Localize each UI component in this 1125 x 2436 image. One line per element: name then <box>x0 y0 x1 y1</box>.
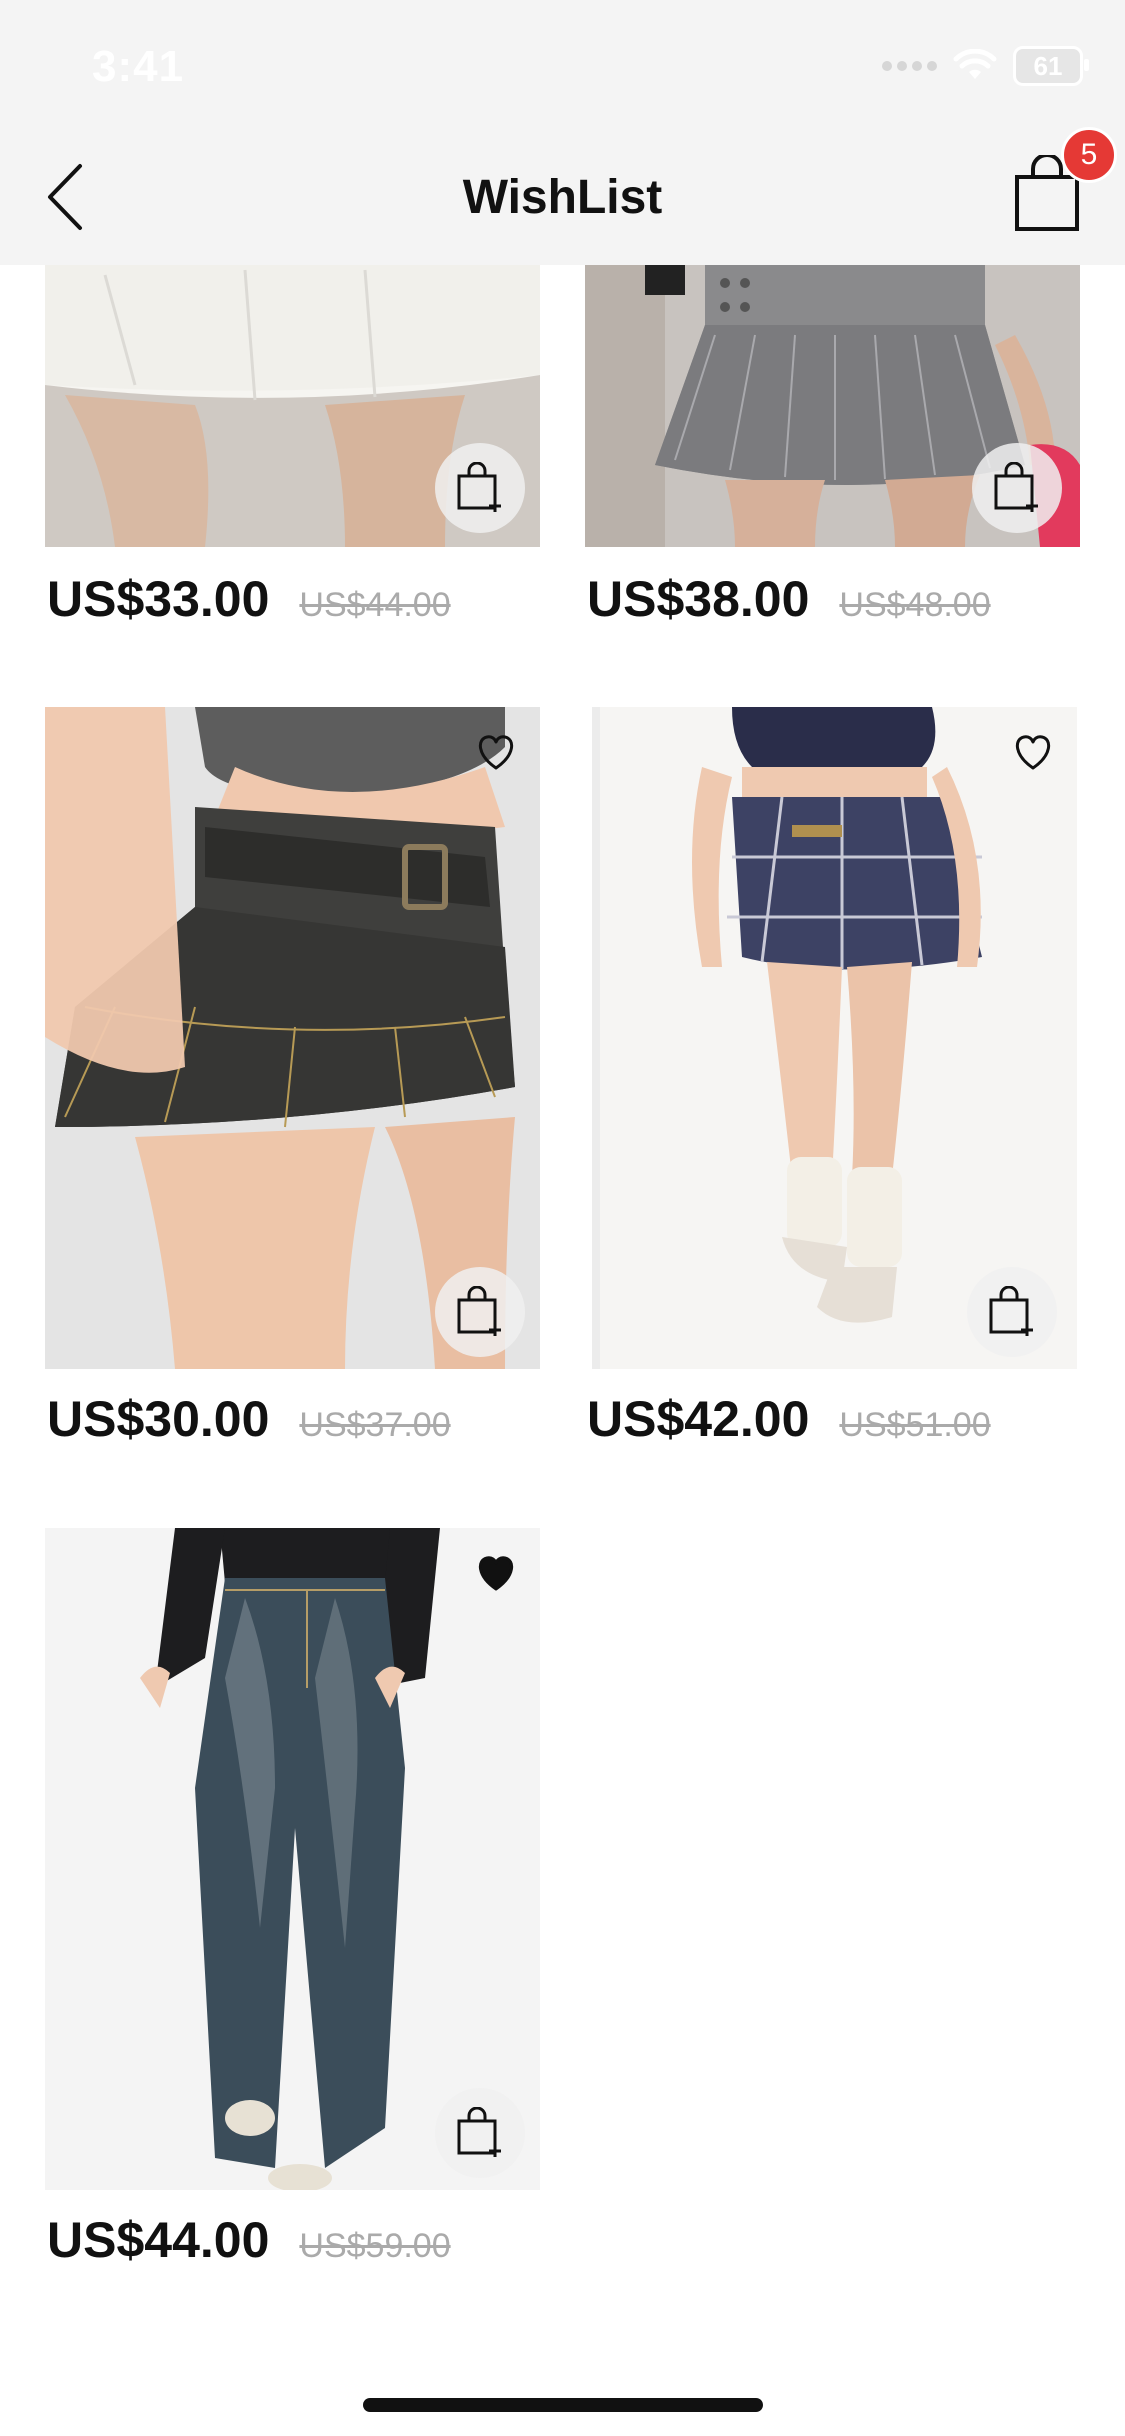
product-old-price: US$48.00 <box>839 586 991 624</box>
status-time: 3:41 <box>92 42 185 91</box>
price-row: US$30.00 US$37.00 <box>47 1390 451 1448</box>
status-icons: 61 <box>882 46 1089 86</box>
wishlist-screen: 3:41 61 WishList 5 US$33.00 US$44.00 US$… <box>0 0 1125 2436</box>
bag-plus-icon <box>457 2107 501 2157</box>
wishlist-heart-button[interactable] <box>1012 733 1054 771</box>
heart-filled-icon <box>478 1556 514 1591</box>
heart-outline-icon <box>1015 735 1051 770</box>
product-price: US$42.00 <box>587 1391 810 1447</box>
product-card[interactable]: US$38.00 US$48.00 <box>585 265 1080 655</box>
signal-icon <box>882 61 937 71</box>
price-row: US$33.00 US$44.00 <box>47 570 451 628</box>
heart-outline-icon <box>478 735 514 770</box>
product-price: US$44.00 <box>47 2212 270 2268</box>
home-indicator[interactable] <box>363 2398 763 2412</box>
bag-plus-icon <box>989 1286 1033 1336</box>
product-price: US$38.00 <box>587 571 810 627</box>
product-old-price: US$37.00 <box>299 1406 451 1444</box>
product-old-price: US$59.00 <box>299 2227 451 2265</box>
add-to-cart-button[interactable] <box>972 443 1062 533</box>
product-card[interactable]: US$30.00 US$37.00 <box>45 707 540 1477</box>
product-card[interactable]: US$42.00 US$51.00 <box>587 707 1077 1477</box>
wifi-icon <box>953 49 997 79</box>
page-title: WishList <box>462 171 663 224</box>
bag-plus-icon <box>457 462 501 512</box>
top-bar: 3:41 61 WishList 5 <box>0 0 1125 265</box>
product-price: US$30.00 <box>47 1391 270 1447</box>
price-row: US$38.00 US$48.00 <box>587 570 991 628</box>
product-price: US$33.00 <box>47 571 270 627</box>
price-row: US$42.00 US$51.00 <box>587 1390 991 1448</box>
wishlist-heart-button[interactable] <box>475 733 517 771</box>
product-card[interactable]: US$44.00 US$59.00 <box>45 1528 540 2308</box>
battery-icon: 61 <box>1013 46 1089 86</box>
cart-count-badge: 5 <box>1061 127 1117 183</box>
add-to-cart-button[interactable] <box>435 2088 525 2178</box>
bag-plus-icon <box>457 1286 501 1336</box>
product-card[interactable]: US$33.00 US$44.00 <box>45 265 540 655</box>
add-to-cart-button[interactable] <box>967 1267 1057 1357</box>
add-to-cart-button[interactable] <box>435 443 525 533</box>
product-old-price: US$51.00 <box>839 1406 991 1444</box>
product-old-price: US$44.00 <box>299 586 451 624</box>
add-to-cart-button[interactable] <box>435 1267 525 1357</box>
price-row: US$44.00 US$59.00 <box>47 2211 451 2269</box>
bag-plus-icon <box>994 462 1038 512</box>
wishlist-heart-button[interactable] <box>475 1554 517 1592</box>
